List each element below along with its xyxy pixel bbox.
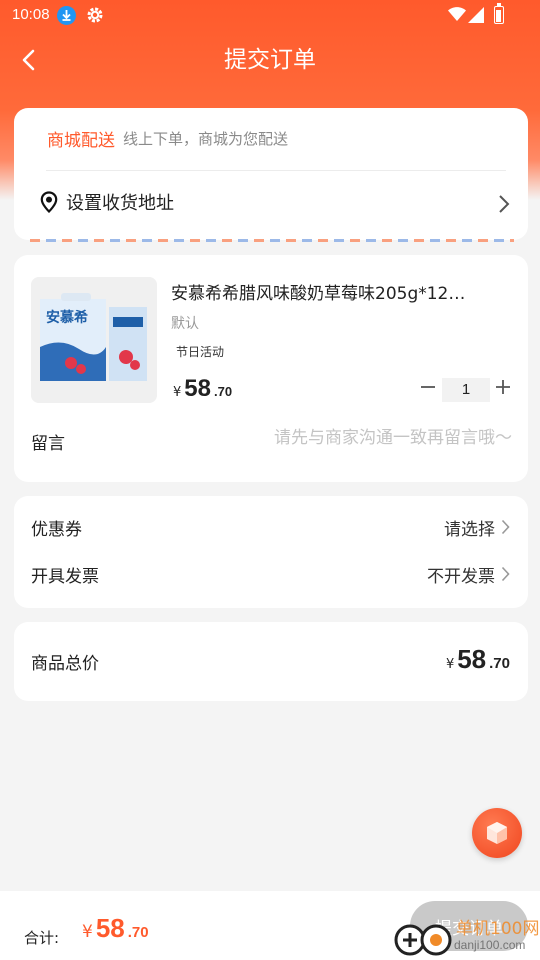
settings-gear-icon: [87, 7, 103, 23]
total-integer: 58: [457, 644, 487, 674]
coupon-label: 优惠券: [31, 519, 82, 540]
floating-cube-button[interactable]: [472, 808, 522, 858]
options-card: 优惠券 请选择 开具发票 不开发票: [14, 496, 528, 608]
quantity-decrease-icon[interactable]: [417, 376, 439, 398]
total-decimal: .70: [489, 655, 510, 672]
sum-label: 合计:: [24, 929, 60, 947]
message-input[interactable]: [222, 425, 512, 451]
price-integer: 58: [184, 375, 211, 402]
chevron-right-icon: [501, 566, 510, 582]
price-currency: ¥: [173, 385, 182, 400]
total-card: 商品总价 ¥ 58 .70: [14, 622, 528, 701]
chevron-right-icon[interactable]: [498, 194, 510, 214]
page-title: 提交订单: [224, 47, 316, 73]
product-card: 安慕希 安慕希希腊风味酸奶草莓味205g*12… 默认 节日活动 ¥ 58 .7…: [14, 255, 528, 482]
delivery-description: 线上下单，商城为您配送: [123, 129, 289, 148]
coupon-row[interactable]: 优惠券 请选择: [31, 512, 510, 542]
address-card: 商城配送 线上下单，商城为您配送 设置收货地址: [14, 108, 528, 240]
delivery-method: 商城配送 线上下单，商城为您配送: [47, 126, 289, 151]
quantity-value[interactable]: 1: [442, 378, 490, 402]
envelope-stripe-decoration: [30, 239, 514, 242]
delivery-tag: 商城配送: [47, 130, 115, 151]
battery-icon: [494, 3, 504, 24]
total-label: 商品总价: [31, 654, 99, 674]
cube-icon: [487, 822, 507, 844]
location-pin-icon: [40, 191, 58, 213]
product-image[interactable]: 安慕希: [31, 277, 157, 403]
divider: [46, 170, 506, 171]
sum-integer: 58: [95, 913, 125, 943]
total-price: ¥ 58 .70: [446, 644, 510, 675]
invoice-label: 开具发票: [31, 566, 99, 587]
submit-order-button[interactable]: 提交订单: [410, 901, 528, 951]
set-address-button[interactable]: 设置收货地址: [38, 188, 174, 216]
product-spec: 默认: [171, 316, 199, 332]
quantity-increase-icon[interactable]: [492, 376, 514, 398]
price-decimal: .70: [213, 384, 233, 399]
set-address-label: 设置收货地址: [66, 193, 174, 214]
status-bar: 10:08: [0, 0, 540, 32]
invoice-row[interactable]: 开具发票 不开发票: [31, 559, 510, 589]
product-price: ¥ 58 .70: [173, 375, 232, 403]
sum-currency: ¥: [82, 922, 93, 942]
bottom-bar: 合计: ¥ 58 .70 提交订单: [0, 891, 540, 960]
product-image-brand-text: 安慕希: [46, 309, 88, 326]
download-icon: [57, 6, 76, 25]
invoice-value: 不开发票: [427, 566, 495, 587]
message-label: 留言: [31, 434, 65, 454]
product-name[interactable]: 安慕希希腊风味酸奶草莓味205g*12…: [171, 279, 501, 304]
wifi-icon: [448, 7, 466, 21]
status-time: 10:08: [12, 6, 50, 23]
yogurt-box-image: 安慕希: [31, 277, 157, 403]
signal-icon: [468, 7, 484, 23]
total-currency: ¥: [445, 657, 455, 672]
sum-price: ¥ 58 .70: [82, 913, 149, 944]
sum-decimal: .70: [127, 924, 149, 941]
coupon-value: 请选择: [444, 519, 495, 540]
promotion-tag: 节日活动: [171, 341, 230, 362]
chevron-right-icon: [501, 519, 510, 535]
